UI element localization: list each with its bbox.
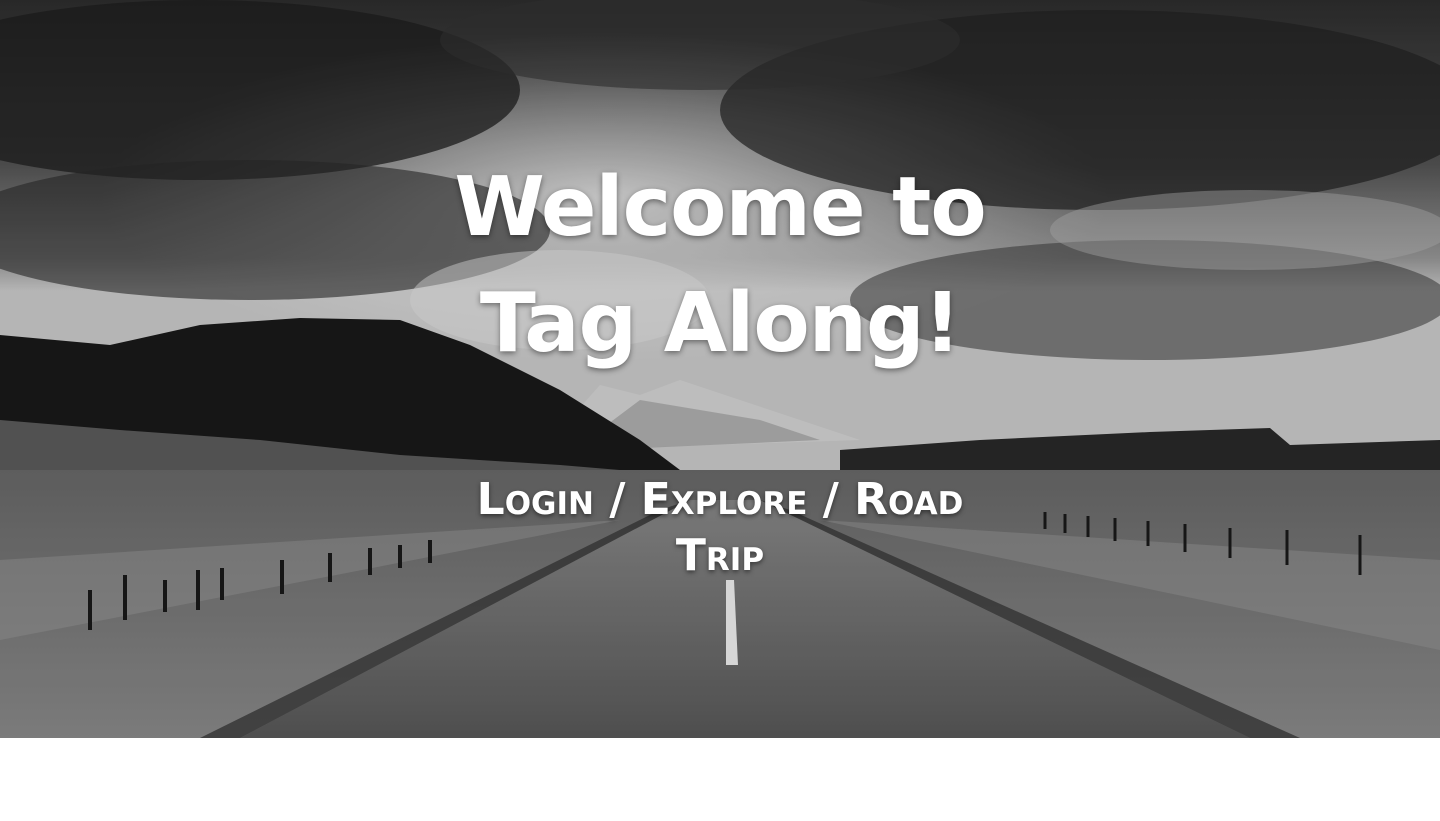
nav-separator: / [609, 474, 641, 525]
hero-overlay: Welcome to Tag Along! Login / Explore / … [0, 0, 1440, 738]
main-nav: Login / Explore / Road Trip [440, 472, 1000, 584]
nav-separator: / [822, 474, 855, 525]
nav-link-login[interactable]: Login [477, 474, 594, 525]
page-title: Welcome to Tag Along! [454, 160, 986, 371]
nav-link-explore[interactable]: Explore [641, 474, 808, 525]
hero-section: Welcome to Tag Along! Login / Explore / … [0, 0, 1440, 738]
